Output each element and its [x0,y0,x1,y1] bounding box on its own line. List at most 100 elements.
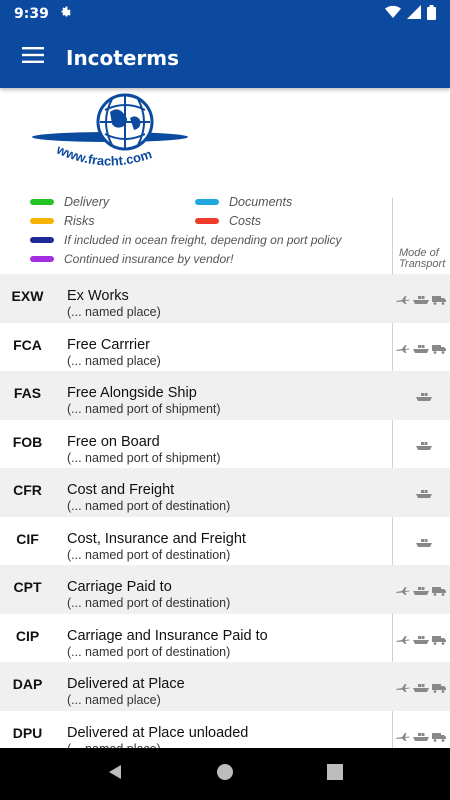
wifi-icon [385,5,401,22]
incoterm-texts: Free on Board (... named port of shipment… [67,420,221,466]
transport-mode-icons [416,438,432,456]
app-bar: Incoterms [0,27,450,88]
legend-delivery: Delivery [64,194,110,209]
recents-icon[interactable] [326,763,344,786]
incoterm-name: Carriage and Insurance Paid to [67,627,268,644]
incoterm-texts: Cost and Freight (... named port of desti… [67,468,230,514]
ship-icon [416,438,432,456]
incoterm-row-dpu[interactable]: DPU Delivered at Place unloaded(... named… [0,711,450,749]
incoterm-texts: Delivered at Place (... named place) [67,662,185,708]
incoterm-texts: Carriage Paid to (... named port of desti… [67,565,230,611]
incoterm-row-cif[interactable]: CIF Cost, Insurance and Freight (... named… [0,517,450,566]
incoterm-code: CFR [13,482,42,498]
back-icon[interactable] [106,763,124,786]
page-title: Incoterms [66,45,180,70]
incoterm-row-fca[interactable]: FCA Free Carrrier (... named place) [0,323,450,372]
incoterm-name: Free Alongside Ship [67,385,197,401]
battery-icon [427,4,436,23]
delivery-swatch [30,198,54,205]
ship-icon [416,535,432,553]
ship-icon [413,583,429,601]
color-legend: Delivery Documents Risks Costs If includ… [30,192,390,268]
incoterm-subtitle: (... named port of destination) [67,499,231,513]
status-time: 9:39 [14,5,49,22]
incoterm-name: Cost and Freight [67,482,175,498]
incoterm-row-cfr[interactable]: CFR Cost and Freight (... named port of de… [0,468,450,517]
incoterm-texts: Free Carrrier (... named place) [67,323,161,369]
signal-icon [407,5,421,22]
transport-mode-icons [416,535,432,553]
costs-swatch [195,217,219,224]
plane-icon [396,292,410,310]
fracht-logo: www.fracht.com [30,92,190,182]
ocean-swatch [30,236,54,243]
plane-icon [396,341,410,359]
incoterm-texts: Cost, Insurance and Freight (... named po… [67,517,246,563]
ship-icon [413,632,429,650]
transport-mode-icons [396,292,446,310]
incoterm-texts: Free Alongside Ship (... named port of sh… [67,371,221,417]
transport-mode-icons [396,729,446,747]
incoterm-subtitle: (... named port of shipment) [67,450,221,465]
incoterm-code: CIP [15,627,40,644]
ship-icon [413,680,429,698]
legend-risks: Risks [64,213,95,228]
ship-icon [413,292,429,310]
transport-mode-icons [416,486,432,504]
risks-swatch [30,217,54,224]
system-nav-bar [0,748,450,800]
incoterm-subtitle: (... named port of destination) [67,644,231,659]
incoterm-texts: Ex Works (... named place) [67,274,161,320]
incoterm-name: Free Carrrier [67,336,150,353]
incoterm-texts: Delivered at Place unloaded(... named pl… [67,711,248,749]
documents-swatch [195,198,219,205]
legend-costs: Costs [229,213,261,228]
incoterm-code: FCA [13,336,42,353]
incoterm-row-exw[interactable]: EXW Ex Works (... named place) [0,274,450,323]
incoterm-name: Ex Works [67,288,129,304]
incoterm-code: CIF [16,530,39,547]
truck-icon [432,583,446,601]
incoterm-subtitle: (... named place) [67,693,161,707]
transport-mode-icons [396,680,446,698]
incoterm-name: Delivered at Place [67,676,185,692]
incoterm-code: FOB [12,433,43,450]
menu-button[interactable] [0,27,66,88]
incoterm-code: EXW [11,288,44,304]
legend-ocean: If included in ocean freight, depending … [64,232,342,247]
incoterm-texts: Carriage and Insurance Paid to (... named… [67,614,268,660]
status-bar: 9:39 [0,0,450,27]
incoterm-row-fob[interactable]: FOB Free on Board (... named port of shipm… [0,420,450,469]
settings-gear-icon [59,5,73,22]
incoterm-code: CPT [13,579,42,595]
transport-mode-icons [396,632,446,650]
incoterm-row-cip[interactable]: CIP Carriage and Insurance Paid to (... na… [0,614,450,663]
truck-icon [432,680,446,698]
home-icon[interactable] [216,763,234,786]
incoterm-code: FAS [13,385,42,401]
incoterm-row-cpt[interactable]: CPT Carriage Paid to (... named port of de… [0,565,450,614]
ship-icon [416,389,432,407]
hamburger-menu-icon [22,47,44,68]
incoterms-list: EXW Ex Works (... named place) FCA Free Carr… [0,274,450,748]
incoterm-row-fas[interactable]: FAS Free Alongside Ship (... named port of… [0,371,450,420]
plane-icon [396,632,410,650]
truck-icon [432,292,446,310]
incoterm-code: DPU [12,724,43,741]
transport-mode-icons [416,389,432,407]
incoterm-name: Carriage Paid to [67,579,172,595]
legend-insurance: Continued insurance by vendor! [64,251,234,266]
incoterm-subtitle: (... named port of destination) [67,596,231,610]
truck-icon [432,729,446,747]
ship-icon [413,341,429,359]
plane-icon [396,583,410,601]
transport-mode-icons [396,341,446,359]
incoterm-code: DAP [12,676,43,692]
truck-icon [432,632,446,650]
incoterm-row-dap[interactable]: DAP Delivered at Place (... named place) [0,662,450,711]
transport-mode-icons [396,583,446,601]
insurance-swatch [30,255,54,262]
incoterm-name: Free on Board [67,433,160,450]
incoterms-content: www.fracht.com Delivery Documents Risks … [0,88,450,748]
legend-documents: Documents [229,194,293,209]
